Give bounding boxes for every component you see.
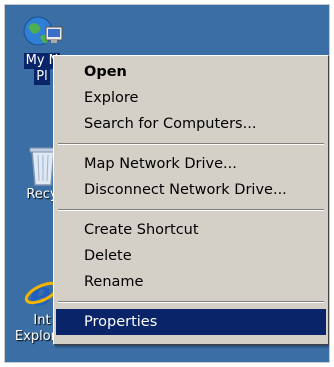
menu-item-map-network-drive[interactable]: Map Network Drive... bbox=[56, 151, 326, 177]
menu-item-create-shortcut[interactable]: Create Shortcut bbox=[56, 217, 326, 243]
menu-separator bbox=[58, 301, 324, 303]
menu-item-explore[interactable]: Explore bbox=[56, 85, 326, 111]
menu-item-delete[interactable]: Delete bbox=[56, 243, 326, 269]
menu-item-properties[interactable]: Properties bbox=[56, 309, 326, 335]
menu-separator bbox=[58, 209, 324, 211]
menu-item-rename[interactable]: Rename bbox=[56, 269, 326, 295]
menu-separator bbox=[58, 143, 324, 145]
network-globe-icon bbox=[20, 13, 64, 53]
desktop: My N Pl Recy e Int Explorer Open Explore… bbox=[4, 4, 330, 363]
menu-item-search-for-computers[interactable]: Search for Computers... bbox=[56, 111, 326, 137]
svg-text:e: e bbox=[30, 274, 52, 313]
context-menu: Open Explore Search for Computers... Map… bbox=[53, 55, 329, 345]
menu-item-open[interactable]: Open bbox=[56, 59, 326, 85]
menu-item-disconnect-network-drive[interactable]: Disconnect Network Drive... bbox=[56, 177, 326, 203]
